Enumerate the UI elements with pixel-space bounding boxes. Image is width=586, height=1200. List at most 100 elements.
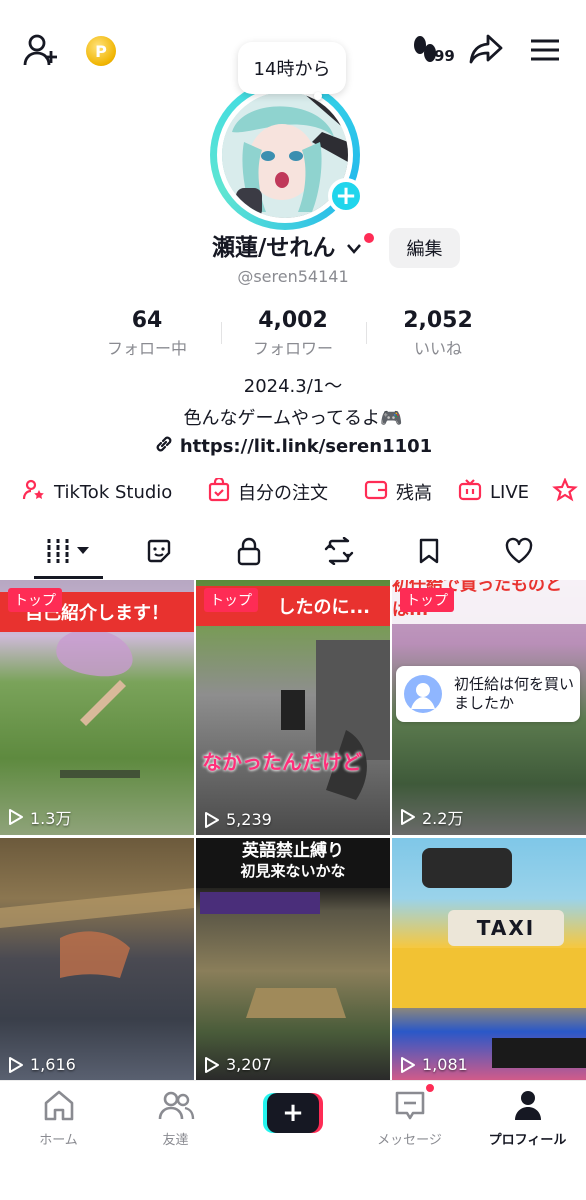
create-button-label: + xyxy=(267,1093,319,1133)
display-name[interactable]: 瀬蓮/せれん xyxy=(212,228,335,262)
bio-link[interactable]: https://lit.link/seren1101 xyxy=(0,434,586,459)
tab-stickers[interactable] xyxy=(110,528,207,578)
tab-reposts[interactable] xyxy=(290,528,387,578)
likes-stat[interactable]: 2,052 いいね xyxy=(368,308,508,359)
following-count: 64 xyxy=(131,308,163,333)
shortcut-label: 自分の注文 xyxy=(238,483,328,504)
shortcut-label: TikTok Studio xyxy=(54,481,173,503)
profile-avatar[interactable]: + xyxy=(210,80,376,230)
bookmark-icon xyxy=(417,537,441,569)
nav-home[interactable]: ホーム xyxy=(0,1089,117,1148)
stats-row: 64 フォロー中 4,002 フォロワー 2,052 いいね xyxy=(0,308,586,360)
video-thumbnail[interactable]: 1,616 xyxy=(0,838,194,1080)
bottom-nav: ホーム 友達 + メッセージ プロフィール xyxy=(0,1080,586,1200)
nav-label: 友達 xyxy=(162,1133,189,1148)
notification-card: 初任給は何を買いましたか xyxy=(396,666,580,722)
profile-icon xyxy=(512,1091,544,1125)
inbox-icon xyxy=(393,1091,427,1125)
likes-count: 2,052 xyxy=(403,308,473,333)
view-count-value: 1,616 xyxy=(30,1055,76,1074)
view-count: 3,207 xyxy=(204,1055,272,1074)
notification-dot xyxy=(364,233,374,243)
shortcut-live[interactable]: LIVE xyxy=(458,474,529,510)
play-icon xyxy=(205,811,219,828)
divider xyxy=(366,322,367,344)
shortcut-label: 残高 xyxy=(396,483,432,504)
tab-private[interactable] xyxy=(200,528,297,578)
create-plus-icon[interactable]: + xyxy=(263,1093,323,1133)
video-grid: 自己紹介します！ トップ 1.3万 したのに... なかったんだけど トップ 5… xyxy=(0,580,586,1080)
avatar-placeholder-icon xyxy=(404,675,442,713)
visitor-count: 99 xyxy=(434,47,455,65)
chevron-down-icon[interactable] xyxy=(346,240,362,259)
shortcut-tiktok-studio[interactable]: TikTok Studio xyxy=(22,474,172,510)
pinned-badge: トップ xyxy=(204,588,258,612)
wallet-icon xyxy=(364,479,388,506)
followers-count: 4,002 xyxy=(258,308,328,333)
active-tab-indicator xyxy=(34,576,103,579)
tab-favorites[interactable] xyxy=(380,528,477,578)
sticker-icon xyxy=(145,537,173,569)
play-icon xyxy=(9,1056,23,1073)
following-label: フォロー中 xyxy=(106,339,187,358)
video-caption: 英語禁止縛り 初見来ないかな xyxy=(196,838,390,888)
bio-link-text[interactable]: https://lit.link/seren1101 xyxy=(180,436,432,457)
view-count-value: 1.3万 xyxy=(30,809,72,828)
nav-inbox[interactable]: メッセージ xyxy=(351,1089,468,1148)
name-row: 瀬蓮/せれん 編集 xyxy=(0,228,586,268)
home-icon xyxy=(42,1090,76,1125)
add-story-button[interactable]: + xyxy=(328,178,364,214)
nav-label: メッセージ xyxy=(377,1133,442,1148)
heart-icon xyxy=(504,537,534,569)
divider xyxy=(221,322,222,344)
nav-label: ホーム xyxy=(39,1133,78,1148)
tv-icon xyxy=(458,478,482,507)
tab-videos[interactable] xyxy=(20,528,117,578)
video-overlay-text: なかったんだけど xyxy=(202,750,362,774)
coin-icon[interactable]: P xyxy=(86,36,116,66)
pinned-badge: トップ xyxy=(8,588,62,612)
coin-symbol: P xyxy=(95,41,107,61)
inbox-badge xyxy=(424,1082,436,1094)
gift-star-icon xyxy=(552,476,578,507)
tab-liked[interactable] xyxy=(470,528,567,578)
following-stat[interactable]: 64 フォロー中 xyxy=(77,308,217,359)
bio-line-2: 色んなゲームやってるよ🎮 xyxy=(183,408,403,429)
order-bag-icon xyxy=(208,476,230,507)
view-count-value: 1,081 xyxy=(422,1055,468,1074)
videos-grid-icon xyxy=(44,537,93,569)
person-star-icon xyxy=(22,478,46,507)
shortcut-more[interactable] xyxy=(552,474,578,510)
play-icon xyxy=(205,1056,219,1073)
person-plus-icon[interactable] xyxy=(22,32,60,68)
view-count-value: 3,207 xyxy=(226,1055,272,1074)
shortcut-label: LIVE xyxy=(490,481,530,503)
followers-stat[interactable]: 4,002 フォロワー xyxy=(223,308,363,359)
friends-icon xyxy=(157,1091,195,1125)
shortcut-balance[interactable]: 残高 xyxy=(364,474,432,510)
nav-profile[interactable]: プロフィール xyxy=(469,1089,586,1148)
share-arrow-icon[interactable] xyxy=(468,32,504,66)
edit-profile-button[interactable]: 編集 xyxy=(389,228,460,268)
video-thumbnail[interactable]: 英語禁止縛り 初見来ないかな 3,207 xyxy=(196,838,390,1080)
play-icon xyxy=(9,809,23,825)
video-thumbnail[interactable]: 初任給で買ったものとは... 初任給は何を買いましたか トップ 2.2万 xyxy=(392,580,586,835)
repost-icon xyxy=(324,536,354,569)
view-count-value: 2.2万 xyxy=(422,809,464,828)
pinned-badge: トップ xyxy=(400,588,454,612)
play-icon xyxy=(401,1056,415,1073)
view-count: 2.2万 xyxy=(400,805,463,829)
view-count: 5,239 xyxy=(204,810,272,829)
status-bubble[interactable]: 14時から xyxy=(238,42,346,94)
view-count: 1,616 xyxy=(8,1055,76,1074)
username-handle: @seren54141 xyxy=(237,267,349,286)
nav-friends[interactable]: 友達 xyxy=(117,1089,234,1148)
video-thumbnail[interactable]: 自己紹介します！ トップ 1.3万 xyxy=(0,580,194,835)
hamburger-menu-icon[interactable] xyxy=(528,36,562,64)
video-thumbnail[interactable]: したのに... なかったんだけど トップ 5,239 xyxy=(196,580,390,835)
shortcut-my-orders[interactable]: 自分の注文 xyxy=(208,474,328,510)
video-thumbnail[interactable]: TAXI 1,081 xyxy=(392,838,586,1080)
nav-label: プロフィール xyxy=(488,1133,567,1148)
likes-label: いいね xyxy=(413,339,462,358)
taxi-sign: TAXI xyxy=(448,910,564,946)
